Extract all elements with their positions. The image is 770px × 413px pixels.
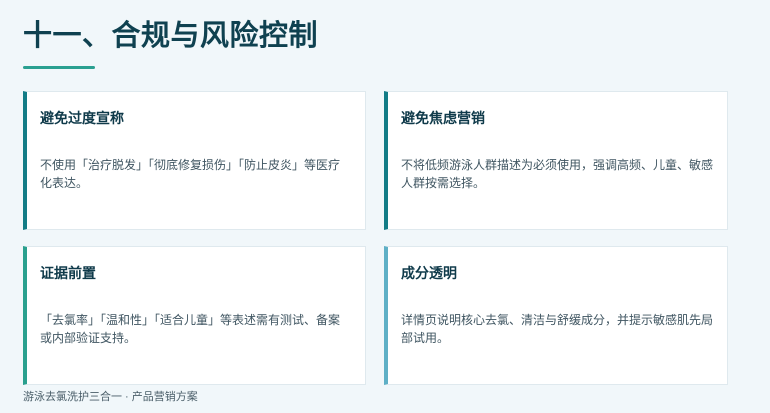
card-body: 详情页说明核心去氯、清洁与舒缓成分，并提示敏感肌先局部试用。 <box>401 313 714 345</box>
card-body: 「去氯率」「温和性」「适合儿童」等表述需有测试、备案或内部验证支持。 <box>40 313 341 345</box>
card-avoid-overclaim: 避免过度宣称 不使用「治疗脱发」「彻底修复损伤」「防止皮炎」等医疗化表达。 <box>23 91 366 230</box>
card-title: 避免过度宣称 <box>40 110 124 126</box>
card-body: 不使用「治疗脱发」「彻底修复损伤」「防止皮炎」等医疗化表达。 <box>40 158 341 190</box>
card-evidence-first: 证据前置 「去氯率」「温和性」「适合儿童」等表述需有测试、备案或内部验证支持。 <box>23 246 366 385</box>
card-title: 成分透明 <box>401 265 457 281</box>
card-title: 证据前置 <box>40 265 96 281</box>
card-body: 不将低频游泳人群描述为必须使用，强调高频、儿童、敏感人群按需选择。 <box>401 158 714 190</box>
card-ingredient-transparency: 成分透明 详情页说明核心去氯、清洁与舒缓成分，并提示敏感肌先局部试用。 <box>384 246 728 385</box>
title-underline <box>23 66 95 69</box>
page-title: 十一、合规与风险控制 <box>23 20 319 52</box>
footer-caption: 游泳去氯洗护三合一 · 产品营销方案 <box>23 391 198 403</box>
card-avoid-anxiety-marketing: 避免焦虑营销 不将低频游泳人群描述为必须使用，强调高频、儿童、敏感人群按需选择。 <box>384 91 728 230</box>
card-title: 避免焦虑营销 <box>401 110 485 126</box>
